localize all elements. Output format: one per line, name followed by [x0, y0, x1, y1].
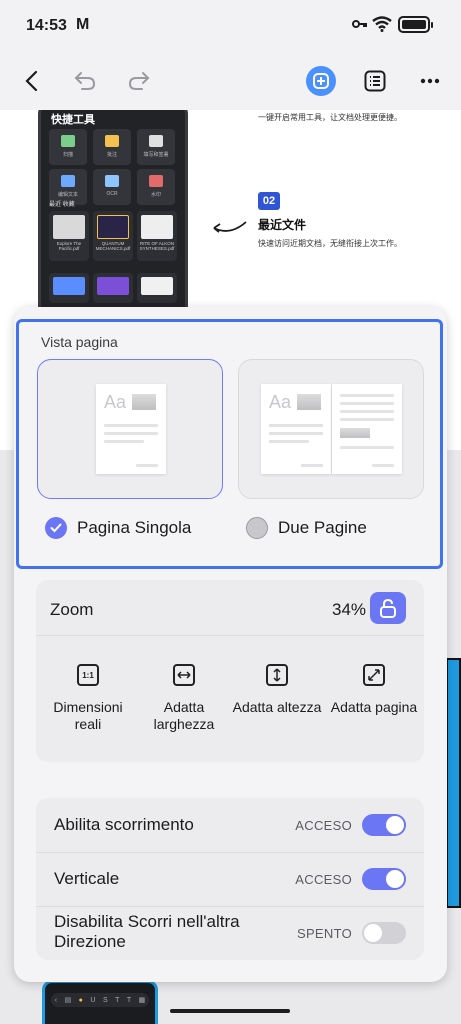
unlock-icon: [380, 598, 396, 618]
single-page-preview: Aa: [96, 384, 166, 474]
disable-other-direction-row: Disabilita Scorri nell'altra Direzione S…: [36, 906, 424, 960]
mail-notification-icon: M: [76, 16, 90, 33]
list-icon: [364, 70, 386, 92]
tool-scan: 扫描: [49, 129, 87, 165]
tool-label: OCR: [106, 191, 118, 197]
redo-icon: [128, 72, 150, 90]
fit-height-button[interactable]: Adatta altezza: [228, 664, 326, 716]
double-page-radio[interactable]: [246, 517, 268, 539]
file-thumb: RITE OF ALKON SYNTHESES.pdf: [137, 211, 177, 261]
single-page-radio-row[interactable]: Pagina Singola: [45, 517, 191, 539]
folder-thumb: [49, 273, 89, 303]
zoom-label: Zoom: [50, 600, 94, 619]
section-badge: 02: [258, 192, 280, 210]
tool-label: 编辑文本: [57, 192, 78, 198]
tool-label: 水印: [150, 192, 161, 198]
vertical-state: ACCESO: [295, 872, 352, 887]
outline-button[interactable]: [358, 64, 392, 98]
wifi-icon: [372, 16, 392, 32]
single-page-label: Pagina Singola: [77, 518, 192, 537]
fit-page-button[interactable]: Adatta pagina: [326, 664, 422, 716]
top-toolbar: [0, 52, 461, 110]
more-button[interactable]: [413, 64, 447, 98]
single-page-option[interactable]: Aa: [37, 359, 223, 499]
right-page-preview: [332, 384, 402, 474]
enable-scroll-row: Abilita scorrimento ACCESO: [36, 798, 424, 852]
scroll-section: Abilita scorrimento ACCESO Verticale ACC…: [36, 798, 424, 960]
redo-button[interactable]: [122, 64, 156, 98]
vertical-label: Verticale: [54, 869, 120, 888]
file-thumb: [137, 273, 177, 303]
status-bar: 14:53 M: [0, 0, 461, 52]
next-page-edge: [446, 658, 461, 908]
more-horizontal-icon: [420, 78, 440, 84]
tool-annotate: 批注: [93, 129, 131, 165]
check-icon: [50, 523, 62, 533]
tool-label: 批注: [106, 152, 117, 158]
undo-button[interactable]: [68, 64, 102, 98]
tool-label: 扫描: [62, 152, 73, 158]
tool-watermark: 水印: [137, 169, 175, 205]
actual-size-icon: 1:1: [77, 664, 99, 686]
zoom-lock-button[interactable]: [370, 592, 406, 624]
fit-height-icon: [266, 664, 288, 686]
doc-heading: 最近文件: [258, 218, 307, 232]
ai-assistant-button[interactable]: [303, 63, 339, 99]
vertical-row: Verticale ACCESO: [36, 852, 424, 906]
undo-icon: [74, 72, 96, 90]
fit-width-icon: [173, 664, 195, 686]
file-thumb: [93, 273, 133, 303]
enable-scroll-state: ACCESO: [295, 818, 352, 833]
double-page-radio-row[interactable]: Due Pagine: [246, 517, 367, 539]
view-settings-panel: Vista pagina Aa Aa Pagina Singola Due Pa…: [14, 307, 447, 982]
file-thumb: Explore The Pacific.pdf: [49, 211, 89, 261]
doc-text-line: 一键开启常用工具，让文档处理更便捷。: [258, 113, 402, 122]
fit-width-button[interactable]: Adatta larghezza: [140, 664, 228, 733]
home-indicator: [170, 1009, 290, 1013]
fit-page-icon: [363, 664, 385, 686]
disable-other-direction-label: Disabilita Scorri nell'altra Direzione: [54, 912, 240, 951]
sample-text: Aa: [104, 392, 127, 412]
doc-text-line: 快速访问近期文档，无缝衔接上次工作。: [258, 239, 402, 248]
disable-other-direction-toggle[interactable]: [362, 922, 406, 944]
disable-other-direction-state: SPENTO: [296, 926, 352, 941]
status-time: 14:53: [26, 17, 67, 34]
page-view-section: Vista pagina Aa Aa Pagina Singola Due Pa…: [16, 319, 443, 569]
phone-mockup-bottom: ‹ ▤ ● U S T T ▦: [42, 980, 158, 1024]
back-button[interactable]: [14, 64, 48, 98]
zoom-value: 34%: [332, 600, 367, 619]
ai-assistant-icon: [313, 73, 329, 89]
phone-toolbar-image: ‹ ▤ ● U S T T ▦: [51, 993, 149, 1007]
vertical-toggle[interactable]: [362, 868, 406, 890]
arrow-illustration: [213, 221, 247, 233]
single-page-radio[interactable]: [45, 517, 67, 539]
chevron-left-icon: [25, 70, 38, 92]
file-name: RITE OF ALKON SYNTHESES.pdf: [139, 241, 175, 251]
zoom-section: Zoom 34% 1:1 Dimensioni reali Adatta lar…: [36, 580, 424, 762]
left-page-preview: Aa: [261, 384, 331, 474]
tool-sign: 填写和签署: [137, 129, 175, 165]
page-view-title: Vista pagina: [41, 334, 118, 350]
actual-size-label: Dimensioni reali: [53, 699, 123, 732]
fit-page-label: Adatta pagina: [330, 699, 418, 715]
enable-scroll-label: Abilita scorrimento: [54, 815, 194, 834]
double-page-option[interactable]: Aa: [238, 359, 424, 499]
divider: [36, 635, 424, 636]
sample-text: Aa: [269, 392, 292, 412]
double-page-label: Due Pagine: [278, 518, 367, 537]
phone-title: 快捷工具: [51, 114, 95, 126]
file-thumb: QUANTUM MECHANICS.pdf: [93, 211, 133, 261]
battery-icon: [398, 16, 433, 33]
file-name: Explore The Pacific.pdf: [56, 241, 82, 251]
tool-label: 填写和签署: [143, 152, 169, 158]
file-name: QUANTUM MECHANICS.pdf: [95, 241, 131, 251]
tool-ocr: OCR: [93, 169, 131, 205]
fit-width-label: Adatta larghezza: [153, 699, 215, 732]
actual-size-button[interactable]: 1:1 Dimensioni reali: [46, 664, 130, 733]
phone-tabs: 最近 收藏: [49, 202, 75, 208]
fit-height-label: Adatta altezza: [232, 699, 322, 715]
key-icon: [352, 20, 367, 28]
enable-scroll-toggle[interactable]: [362, 814, 406, 836]
